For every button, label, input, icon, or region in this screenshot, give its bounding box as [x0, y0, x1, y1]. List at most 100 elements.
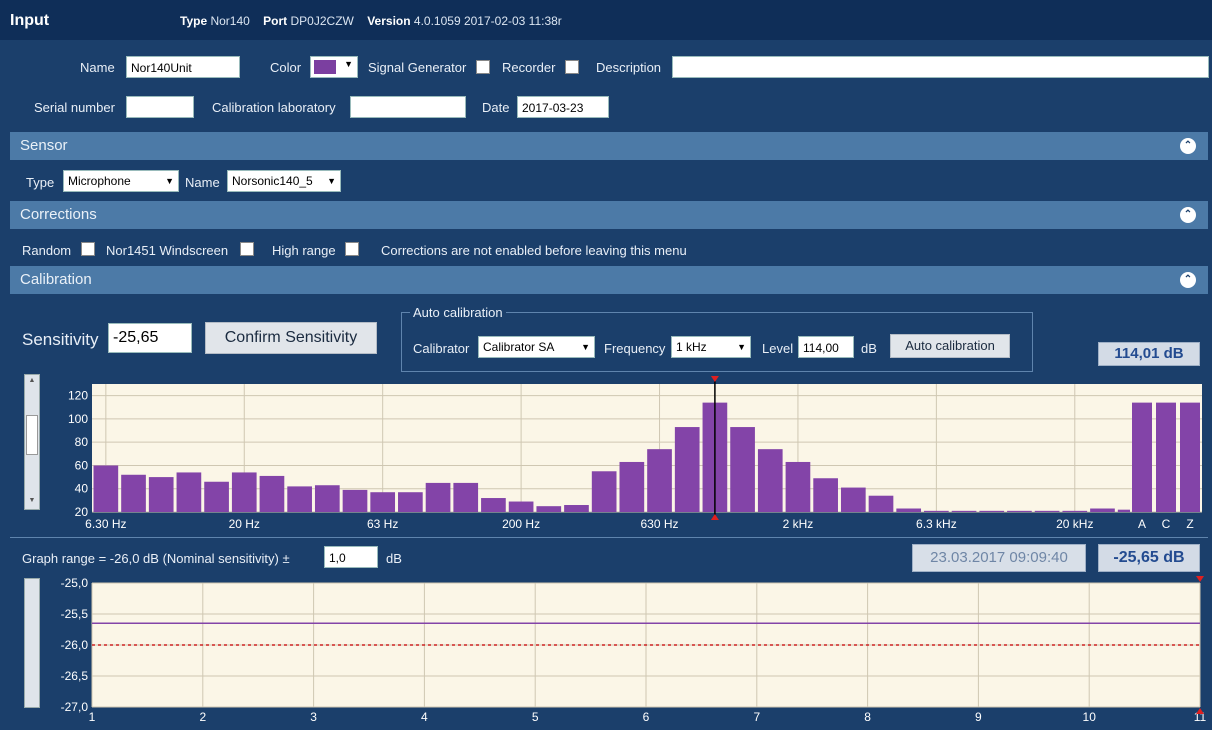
- random-label: Random: [22, 243, 72, 258]
- y-tick-label: 80: [75, 435, 89, 449]
- spectrum-bar: [1034, 510, 1060, 512]
- corrections-note: Corrections are not enabled before leavi…: [381, 243, 687, 258]
- x-tick-label: 6: [643, 710, 650, 724]
- panel-title: Input: [10, 12, 50, 29]
- sensor-name-select[interactable]: Norsonic140_5 ▼: [227, 170, 341, 192]
- sensor-section-header[interactable]: Sensor ⌃: [10, 132, 1208, 160]
- color-picker[interactable]: ▼: [310, 56, 358, 78]
- confirm-sensitivity-button[interactable]: Confirm Sensitivity: [205, 322, 377, 354]
- calibration-section-header[interactable]: Calibration ⌃: [10, 266, 1208, 294]
- sensor-type-select[interactable]: Microphone ▼: [63, 170, 179, 192]
- x-tick-label: 2: [199, 710, 206, 724]
- x-tick-label: 3: [310, 710, 317, 724]
- x-tick-label: 8: [864, 710, 871, 724]
- description-label: Description: [596, 60, 662, 75]
- x-tick-label: 10: [1083, 710, 1097, 724]
- collapse-icon[interactable]: ⌃: [1180, 138, 1196, 154]
- sensitivity-readout: -25,65 dB: [1098, 544, 1200, 572]
- signal-generator-checkbox[interactable]: [476, 60, 490, 74]
- spectrum-bar: [757, 449, 783, 512]
- x-tick-label: 630 Hz: [641, 517, 679, 531]
- weighting-label: A: [1138, 517, 1146, 531]
- sensor-name-value: Norsonic140_5: [232, 174, 313, 188]
- windscreen-label: Nor1451 Windscreen: [106, 243, 229, 258]
- spectrum-bar: [619, 461, 645, 512]
- collapse-icon[interactable]: ⌃: [1180, 272, 1196, 288]
- version-label: Version: [367, 14, 411, 28]
- high-range-checkbox[interactable]: [345, 242, 359, 256]
- timestamp-readout: 23.03.2017 09:09:40: [912, 544, 1086, 572]
- color-label: Color: [270, 60, 302, 75]
- graph-range-label: Graph range = -26,0 dB (Nominal sensitiv…: [22, 551, 290, 566]
- graph-range-input[interactable]: 1,0: [324, 546, 378, 568]
- signal-generator-label: Signal Generator: [368, 60, 467, 75]
- level-label: Level: [762, 341, 794, 356]
- serial-number-label: Serial number: [34, 100, 115, 115]
- spectrum-bar: [730, 427, 755, 512]
- cursor-marker-icon: [710, 376, 719, 382]
- x-tick-label: 1: [89, 710, 96, 724]
- spectrum-bar: [121, 474, 146, 512]
- x-tick-label: 2 kHz: [783, 517, 814, 531]
- serial-number-input[interactable]: [126, 96, 194, 118]
- weighting-label: C: [1162, 517, 1171, 531]
- windscreen-checkbox[interactable]: [240, 242, 254, 256]
- corrections-section-header[interactable]: Corrections ⌃: [10, 201, 1208, 229]
- spectrum-bar: [287, 486, 312, 512]
- weighted-bar: [1132, 402, 1152, 512]
- level-input[interactable]: 114,00: [798, 336, 854, 358]
- date-label: Date: [482, 100, 510, 115]
- spectrum-bar: [785, 461, 811, 512]
- level-readout: 114,01 dB: [1098, 342, 1200, 366]
- scroll-up-icon[interactable]: ▲: [26, 377, 38, 387]
- spectrum-bar: [1007, 510, 1032, 512]
- recorder-checkbox[interactable]: [565, 60, 579, 74]
- calibrator-select[interactable]: Calibrator SA ▼: [478, 336, 595, 358]
- sensitivity-label: Sensitivity: [22, 330, 99, 349]
- chevron-down-icon: ▼: [737, 342, 746, 352]
- x-tick-label: 7: [753, 710, 760, 724]
- name-input[interactable]: Nor140Unit: [126, 56, 240, 78]
- y-tick-label: -26,5: [61, 669, 89, 683]
- scroll-thumb[interactable]: [26, 415, 38, 455]
- name-label: Name: [80, 60, 115, 75]
- y-tick-label: -25,5: [61, 607, 89, 621]
- calibration-lab-input[interactable]: [350, 96, 466, 118]
- sensitivity-input[interactable]: -25,65: [108, 323, 192, 353]
- y-tick-label: -26,0: [61, 638, 89, 652]
- level-unit: dB: [861, 341, 877, 356]
- history-scrollbar[interactable]: [24, 578, 40, 708]
- auto-calibration-button[interactable]: Auto calibration: [890, 334, 1010, 358]
- chart-scrollbar[interactable]: ▲ ▼: [24, 374, 40, 510]
- calibration-lab-label: Calibration laboratory: [212, 100, 336, 115]
- sensor-section-title: Sensor: [20, 137, 68, 154]
- spectrum-bar: [674, 427, 700, 512]
- spectrum-bar: [204, 481, 229, 512]
- spectrum-bar: [453, 482, 479, 512]
- collapse-icon[interactable]: ⌃: [1180, 207, 1196, 223]
- frequency-select[interactable]: 1 kHz ▼: [671, 336, 751, 358]
- color-swatch: [314, 60, 336, 74]
- chevron-down-icon: ▼: [344, 59, 353, 69]
- spectrum-bar: [148, 477, 174, 512]
- spectrum-bar: [425, 482, 451, 512]
- spectrum-bar: [259, 475, 285, 512]
- auto-calibration-group-label: Auto calibration: [410, 305, 506, 320]
- chevron-down-icon: ▼: [327, 176, 336, 186]
- description-input[interactable]: [672, 56, 1209, 78]
- sensor-type-label: Type: [26, 175, 55, 190]
- spectrum-bar: [481, 498, 506, 512]
- date-input[interactable]: 2017-03-23: [517, 96, 609, 118]
- y-tick-label: -25,0: [61, 576, 89, 590]
- sensor-type-value: Microphone: [68, 174, 131, 188]
- random-checkbox[interactable]: [81, 242, 95, 256]
- scroll-down-icon[interactable]: ▼: [26, 497, 38, 507]
- spectrum-bar: [896, 508, 922, 512]
- calibrator-value: Calibrator SA: [483, 340, 555, 354]
- spectrum-bar: [536, 506, 562, 512]
- spectrum-bar: [868, 495, 894, 512]
- spectrum-bar: [508, 501, 534, 512]
- spectrum-bar: [398, 492, 423, 512]
- spectrum-bar: [93, 465, 119, 512]
- recorder-label: Recorder: [502, 60, 556, 75]
